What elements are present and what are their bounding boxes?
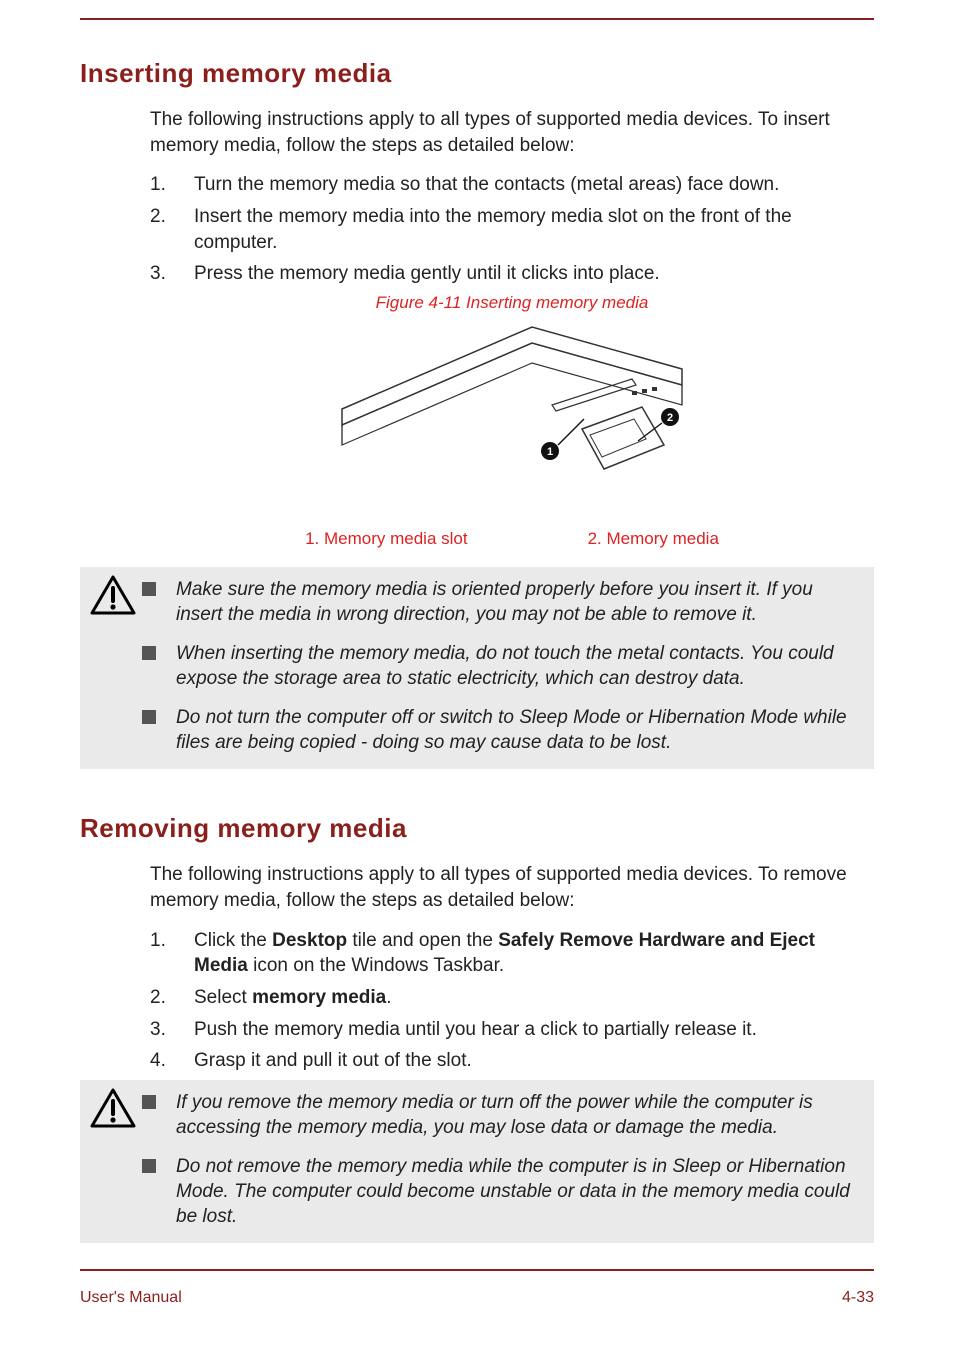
step-number: 2.: [150, 204, 194, 230]
caution-icon: [90, 575, 136, 615]
caution-text: Make sure the memory media is oriented p…: [176, 577, 860, 627]
square-bullet-icon: [142, 646, 156, 660]
section-heading-removing: Removing memory media: [80, 813, 874, 844]
section2-intro: The following instructions apply to all …: [150, 862, 874, 913]
step-text: Grasp it and pull it out of the slot.: [194, 1048, 874, 1074]
list-item: 2. Select memory media.: [150, 985, 874, 1011]
step-number: 1.: [150, 928, 194, 954]
caution-list-col: If you remove the memory media or turn o…: [142, 1080, 874, 1243]
square-bullet-icon: [142, 582, 156, 596]
step-number: 2.: [150, 985, 194, 1011]
list-item: 2. Insert the memory media into the memo…: [150, 204, 874, 255]
document-page: Inserting memory media The following ins…: [0, 0, 954, 1345]
top-rule: [80, 18, 874, 20]
legend-item-1: 1. Memory media slot: [305, 529, 468, 549]
section1-intro: The following instructions apply to all …: [150, 107, 874, 158]
list-item: 3. Push the memory media until you hear …: [150, 1017, 874, 1043]
caution-list-col: Make sure the memory media is oriented p…: [142, 567, 874, 769]
step-text: Select memory media.: [194, 985, 874, 1011]
legend-item-2: 2. Memory media: [588, 529, 719, 549]
caution-icon-col: [80, 1080, 142, 1128]
step-text: Click the Desktop tile and open the Safe…: [194, 928, 874, 979]
figure-legend: 1. Memory media slot 2. Memory media: [150, 529, 874, 549]
svg-text:1: 1: [547, 446, 553, 458]
step-number: 3.: [150, 1017, 194, 1043]
list-item: Make sure the memory media is oriented p…: [142, 577, 860, 627]
list-item: 1. Click the Desktop tile and open the S…: [150, 928, 874, 979]
list-item: 4. Grasp it and pull it out of the slot.: [150, 1048, 874, 1074]
step-number: 4.: [150, 1048, 194, 1074]
list-item: Do not remove the memory media while the…: [142, 1154, 860, 1229]
memory-media-diagram: 1 2: [332, 319, 692, 519]
caution-list-1: Make sure the memory media is oriented p…: [142, 577, 860, 755]
caution-icon: [90, 1088, 136, 1128]
caution-block-2: If you remove the memory media or turn o…: [80, 1080, 874, 1243]
section1-body: The following instructions apply to all …: [150, 107, 874, 549]
section1-steps: 1. Turn the memory media so that the con…: [150, 172, 874, 287]
bottom-rule: [80, 1269, 874, 1271]
page-footer: User's Manual 4-33: [80, 1289, 874, 1307]
footer-right: 4-33: [842, 1289, 874, 1307]
step-number: 1.: [150, 172, 194, 198]
list-item: 3. Press the memory media gently until i…: [150, 261, 874, 287]
section2-steps: 1. Click the Desktop tile and open the S…: [150, 928, 874, 1074]
square-bullet-icon: [142, 710, 156, 724]
step-text: Push the memory media until you hear a c…: [194, 1017, 874, 1043]
list-item: Do not turn the computer off or switch t…: [142, 705, 860, 755]
section2-body: The following instructions apply to all …: [150, 862, 874, 1073]
footer-left: User's Manual: [80, 1289, 182, 1307]
caution-icon-col: [80, 567, 142, 615]
step-number: 3.: [150, 261, 194, 287]
caution-list-2: If you remove the memory media or turn o…: [142, 1090, 860, 1229]
caution-text: When inserting the memory media, do not …: [176, 641, 860, 691]
figure-illustration: 1 2: [150, 319, 874, 519]
step-text: Press the memory media gently until it c…: [194, 261, 874, 287]
caution-text: Do not remove the memory media while the…: [176, 1154, 860, 1229]
svg-text:2: 2: [667, 412, 673, 424]
list-item: If you remove the memory media or turn o…: [142, 1090, 860, 1140]
section-heading-inserting: Inserting memory media: [80, 58, 874, 89]
caution-block-1: Make sure the memory media is oriented p…: [80, 567, 874, 769]
step-text: Turn the memory media so that the contac…: [194, 172, 874, 198]
square-bullet-icon: [142, 1095, 156, 1109]
caution-text: Do not turn the computer off or switch t…: [176, 705, 860, 755]
figure-caption: Figure 4-11 Inserting memory media: [150, 293, 874, 313]
step-text: Insert the memory media into the memory …: [194, 204, 874, 255]
list-item: When inserting the memory media, do not …: [142, 641, 860, 691]
square-bullet-icon: [142, 1159, 156, 1173]
caution-text: If you remove the memory media or turn o…: [176, 1090, 860, 1140]
list-item: 1. Turn the memory media so that the con…: [150, 172, 874, 198]
